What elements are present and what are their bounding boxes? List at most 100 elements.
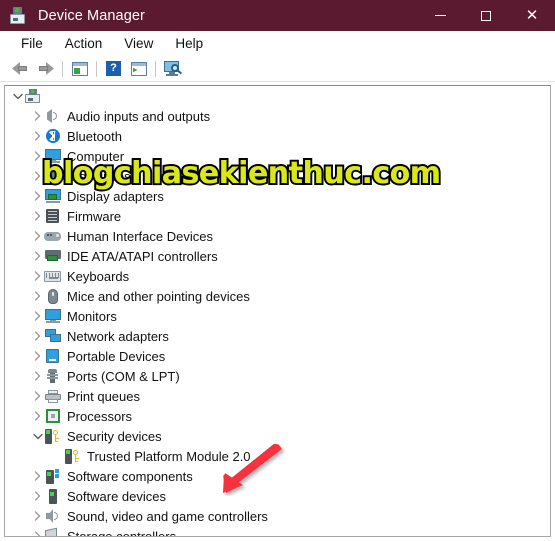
tree-item-row[interactable]: Sound, video and game controllers (5, 506, 550, 526)
tree-item-row[interactable]: Network adapters (5, 326, 550, 346)
tree-item-label: Audio inputs and outputs (67, 108, 211, 124)
toolbar-separator (96, 60, 97, 77)
tree-item-label: Computer (67, 148, 125, 164)
device-manager-window: Device Manager ✕ File Action View Help ? (0, 0, 555, 541)
network-adapter-icon (44, 329, 61, 343)
chevron-right-icon[interactable] (31, 366, 44, 386)
tree-item-row[interactable]: Print queues (5, 386, 550, 406)
print-queue-icon-wrap (44, 388, 61, 404)
security-device-icon-wrap (44, 428, 61, 444)
software-device-icon-wrap (44, 488, 61, 504)
help-button[interactable]: ? (101, 58, 126, 80)
chevron-right-icon[interactable] (31, 226, 44, 246)
chevron-right-icon[interactable] (31, 106, 44, 126)
tree-item-label: IDE ATA/ATAPI controllers (67, 248, 218, 264)
storage-controller-icon (44, 527, 61, 536)
tree-item-row[interactable]: Display adapters (5, 186, 550, 206)
tree-item-row[interactable]: Trusted Platform Module 2.0 (5, 446, 550, 466)
keyboard-icon-wrap (44, 268, 61, 284)
chevron-right-icon[interactable] (31, 306, 44, 326)
chevron-right-icon[interactable] (31, 406, 44, 426)
tree-item-label: Print queues (67, 388, 140, 404)
chevron-down-icon[interactable] (31, 426, 44, 446)
title-bar: Device Manager ✕ (0, 0, 555, 31)
tree-item-row[interactable]: Software devices (5, 486, 550, 506)
tree-item-row[interactable]: Processors (5, 406, 550, 426)
tree-root-row[interactable] (5, 86, 550, 106)
print-queue-icon (44, 389, 61, 403)
mouse-icon (47, 288, 58, 304)
software-device-icon (48, 488, 57, 504)
tree-item-row[interactable]: Audio inputs and outputs (5, 106, 550, 126)
tree-item-label: Sound, video and game controllers (67, 508, 268, 524)
tree-item-row[interactable]: Monitors (5, 306, 550, 326)
security-device-icon (44, 428, 61, 444)
tree-item-row[interactable]: Disk drives (5, 166, 550, 186)
close-button[interactable]: ✕ (509, 0, 555, 31)
chevron-right-icon[interactable] (31, 326, 44, 346)
tree-item-row[interactable]: Ports (COM & LPT) (5, 366, 550, 386)
minimize-button[interactable] (417, 0, 463, 31)
chevron-right-icon[interactable] (31, 166, 44, 186)
tree-item-row[interactable]: Portable Devices (5, 346, 550, 366)
chevron-right-icon[interactable] (31, 486, 44, 506)
menu-action[interactable]: Action (54, 34, 114, 53)
tree-item-row[interactable]: IDE ATA/ATAPI controllers (5, 246, 550, 266)
chevron-right-icon[interactable] (31, 386, 44, 406)
content-area: Audio inputs and outputs Bluetooth Compute… (0, 82, 555, 541)
menu-bar: File Action View Help (0, 31, 555, 56)
disk-drive-icon-wrap (44, 168, 61, 184)
tree-item-label: Disk drives (67, 168, 131, 184)
audio-icon (47, 109, 58, 123)
tree-item-row[interactable]: Storage controllers (5, 526, 550, 537)
chevron-right-icon[interactable] (31, 526, 44, 536)
device-tree[interactable]: Audio inputs and outputs Bluetooth Compute… (4, 85, 551, 537)
tree-item-row[interactable]: Firmware (5, 206, 550, 226)
toolbar-separator (62, 60, 63, 77)
forward-button[interactable] (33, 58, 58, 80)
chevron-right-icon[interactable] (31, 466, 44, 486)
network-adapter-icon-wrap (44, 328, 61, 344)
chevron-right-icon[interactable] (31, 266, 44, 286)
bluetooth-icon (45, 129, 60, 143)
tree-item-label: Human Interface Devices (67, 228, 213, 244)
tree-item-row[interactable]: Software components (5, 466, 550, 486)
computer-root-icon-wrap (24, 88, 41, 104)
tree-item-label: Ports (COM & LPT) (67, 368, 180, 384)
toolbar-separator (155, 60, 156, 77)
menu-file[interactable]: File (10, 34, 54, 53)
chevron-placeholder (51, 446, 64, 466)
tree-item-row[interactable]: Human Interface Devices (5, 226, 550, 246)
tree-item-row[interactable]: Computer (5, 146, 550, 166)
storage-controller-icon-wrap (44, 527, 61, 536)
chevron-right-icon[interactable] (31, 506, 44, 526)
chevron-right-icon[interactable] (31, 286, 44, 306)
firmware-icon (46, 209, 59, 223)
scan-hardware-button[interactable] (160, 58, 185, 80)
tree-item-row[interactable]: Mice and other pointing devices (5, 286, 550, 306)
menu-help[interactable]: Help (164, 34, 214, 53)
tree-item-label: Firmware (67, 208, 122, 224)
ide-controller-icon (44, 250, 61, 262)
computer-icon (44, 149, 61, 163)
tree-item-row[interactable]: Bluetooth (5, 126, 550, 146)
properties-button[interactable] (67, 58, 92, 80)
chevron-right-icon[interactable] (31, 246, 44, 266)
tree-item-row[interactable]: Keyboards (5, 266, 550, 286)
menu-view[interactable]: View (113, 34, 164, 53)
chevron-right-icon[interactable] (31, 206, 44, 226)
chevron-right-icon[interactable] (31, 186, 44, 206)
back-button[interactable] (8, 58, 33, 80)
chevron-right-icon[interactable] (31, 126, 44, 146)
software-component-icon (45, 468, 60, 484)
tree-item-label: Monitors (67, 308, 117, 324)
tree-item-row[interactable]: Security devices (5, 426, 550, 446)
chevron-right-icon[interactable] (31, 346, 44, 366)
mouse-icon-wrap (44, 288, 61, 304)
tree-item-label: Storage controllers (67, 528, 177, 537)
maximize-button[interactable] (463, 0, 509, 31)
update-driver-button[interactable] (126, 58, 151, 80)
chevron-right-icon[interactable] (31, 146, 44, 166)
chevron-down-icon[interactable] (11, 86, 24, 106)
tree-item-label: Processors (67, 408, 133, 424)
